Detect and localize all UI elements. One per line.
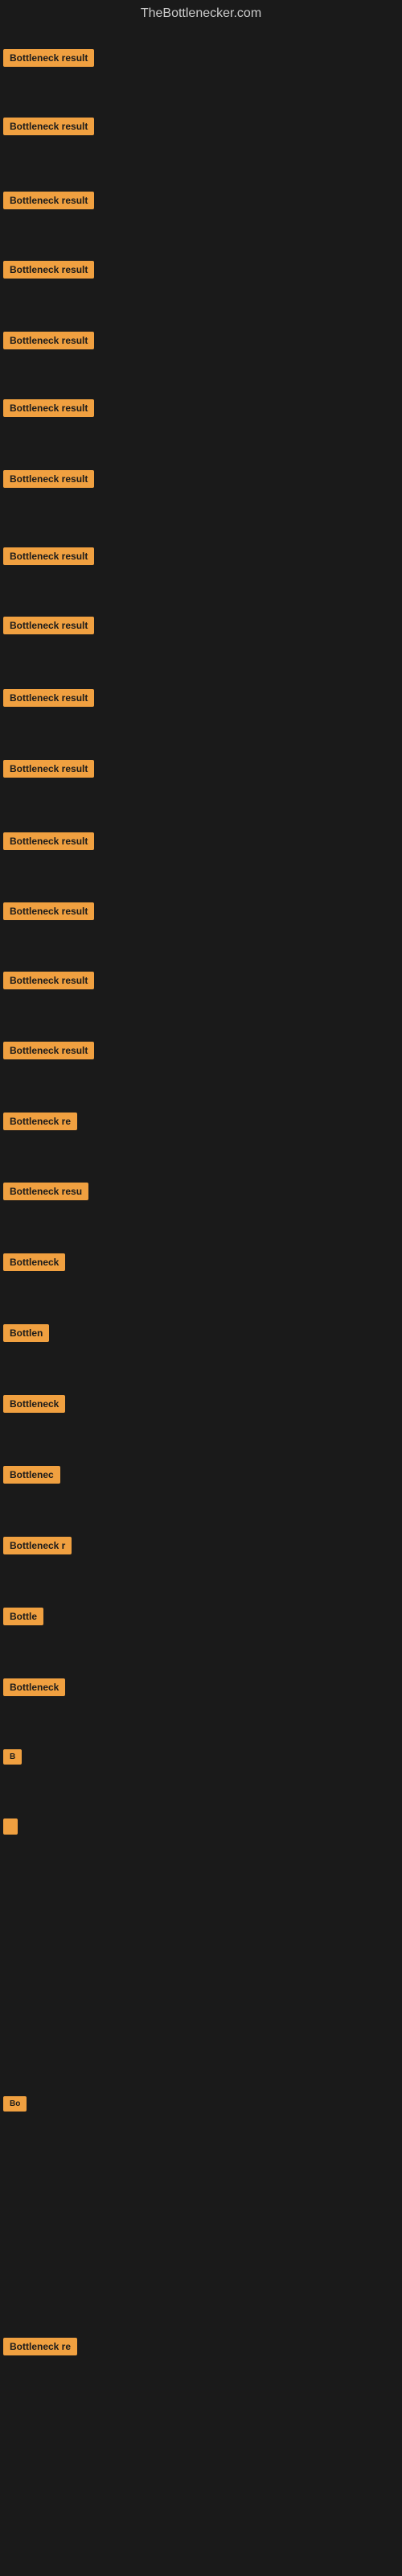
result-item-20: Bottleneck: [3, 1395, 65, 1413]
result-badge-6: Bottleneck result: [3, 399, 94, 417]
result-badge-16: Bottleneck re: [3, 1113, 77, 1130]
result-badge-10: Bottleneck result: [3, 689, 94, 707]
page-container: TheBottlenecker.com Bottleneck resultBot…: [0, 0, 402, 2571]
result-item-9: Bottleneck result: [3, 617, 94, 634]
result-item-13: Bottleneck result: [3, 902, 94, 920]
result-badge-24: Bottleneck: [3, 1678, 65, 1696]
result-item-1: Bottleneck result: [3, 49, 94, 67]
result-item-15: Bottleneck result: [3, 1042, 94, 1059]
result-item-26: [3, 1818, 18, 1835]
result-item-10: Bottleneck result: [3, 689, 94, 707]
result-badge-4: Bottleneck result: [3, 261, 94, 279]
result-item-2: Bottleneck result: [3, 118, 94, 135]
result-item-19: Bottlen: [3, 1324, 49, 1342]
result-item-5: Bottleneck result: [3, 332, 94, 349]
result-item-28: Bottleneck re: [3, 2338, 77, 2355]
results-container: Bottleneck result Bottleneck result Bottle…: [0, 27, 402, 2571]
site-title: TheBottlenecker.com: [0, 0, 402, 27]
result-badge-11: Bottleneck result: [3, 760, 94, 778]
result-badge-18: Bottleneck: [3, 1253, 65, 1271]
result-item-25: B: [3, 1749, 22, 1765]
result-badge-9: Bottleneck result: [3, 617, 94, 634]
result-badge-13: Bottleneck result: [3, 902, 94, 920]
result-item-6: Bottleneck result: [3, 399, 94, 417]
result-item-16: Bottleneck re: [3, 1113, 77, 1130]
result-badge-20: Bottleneck: [3, 1395, 65, 1413]
result-badge-25: B: [3, 1749, 22, 1765]
result-badge-8: Bottleneck result: [3, 547, 94, 565]
result-badge-3: Bottleneck result: [3, 192, 94, 209]
result-badge-7: Bottleneck result: [3, 470, 94, 488]
result-badge-19: Bottlen: [3, 1324, 49, 1342]
result-item-23: Bottle: [3, 1608, 43, 1625]
result-badge-28: Bottleneck re: [3, 2338, 77, 2355]
result-badge-22: Bottleneck r: [3, 1537, 72, 1554]
result-item-12: Bottleneck result: [3, 832, 94, 850]
result-badge-21: Bottlenec: [3, 1466, 60, 1484]
result-badge-1: Bottleneck result: [3, 49, 94, 67]
result-item-21: Bottlenec: [3, 1466, 60, 1484]
result-item-27: Bo: [3, 2096, 27, 2112]
result-item-14: Bottleneck result: [3, 972, 94, 989]
result-badge-2: Bottleneck result: [3, 118, 94, 135]
result-badge-5: Bottleneck result: [3, 332, 94, 349]
result-badge-23: Bottle: [3, 1608, 43, 1625]
result-item-17: Bottleneck resu: [3, 1183, 88, 1200]
result-item-4: Bottleneck result: [3, 261, 94, 279]
result-item-18: Bottleneck: [3, 1253, 65, 1271]
result-badge-15: Bottleneck result: [3, 1042, 94, 1059]
result-item-24: Bottleneck: [3, 1678, 65, 1696]
result-item-3: Bottleneck result: [3, 192, 94, 209]
result-badge-12: Bottleneck result: [3, 832, 94, 850]
result-item-11: Bottleneck result: [3, 760, 94, 778]
result-badge-26: [3, 1818, 18, 1835]
result-item-7: Bottleneck result: [3, 470, 94, 488]
result-badge-17: Bottleneck resu: [3, 1183, 88, 1200]
result-item-8: Bottleneck result: [3, 547, 94, 565]
result-badge-27: Bo: [3, 2096, 27, 2112]
result-badge-14: Bottleneck result: [3, 972, 94, 989]
result-item-22: Bottleneck r: [3, 1537, 72, 1554]
